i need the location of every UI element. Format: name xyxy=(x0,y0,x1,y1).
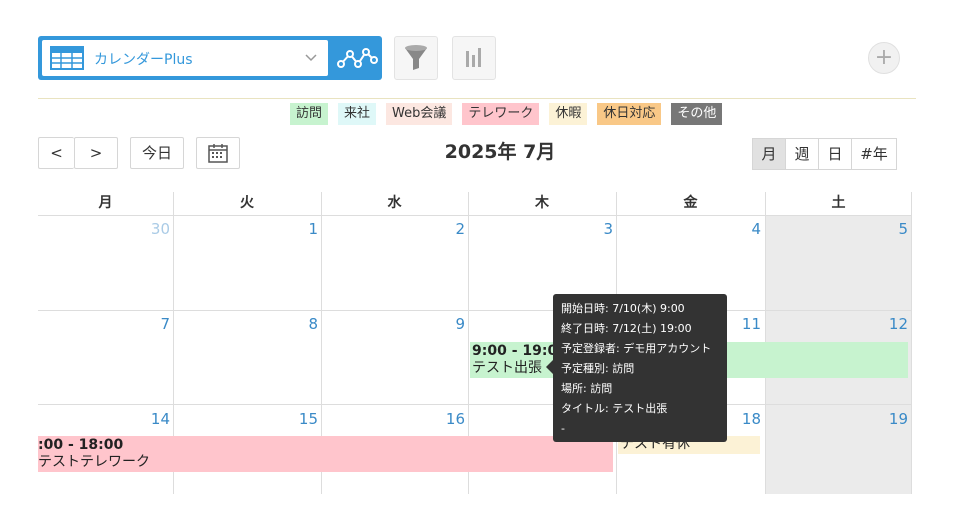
day-cell-date[interactable]: 8 xyxy=(278,315,318,333)
event-time: 9:00 - 19:0 xyxy=(472,343,558,359)
next-month-button[interactable]: > xyxy=(74,137,118,169)
view-year-button[interactable]: #年 xyxy=(851,138,897,170)
event-type-legend: 訪問 来社 Web会議 テレワーク 休暇 休日対応 その他 xyxy=(290,103,723,125)
day-cell-date[interactable]: 16 xyxy=(425,410,465,428)
view-switcher: 月 週 日 #年 xyxy=(752,138,897,170)
day-cell-date[interactable]: 11 xyxy=(721,315,761,333)
day-cell-date[interactable]: 1 xyxy=(278,220,318,238)
day-cell-date[interactable]: 18 xyxy=(721,410,761,428)
prev-month-button[interactable]: < xyxy=(38,137,74,169)
calendar-title: 2025年 7月 xyxy=(444,141,556,163)
add-record-button[interactable]: + xyxy=(868,42,900,74)
event-title: テスト出張 xyxy=(472,360,542,376)
event-title: テストテレワーク xyxy=(38,454,150,470)
tooltip-registrant: 予定登録者: デモ用アカウント xyxy=(561,342,712,355)
filter-button[interactable] xyxy=(394,36,438,80)
legend-vacation: 休暇 xyxy=(549,103,588,125)
filter-icon xyxy=(405,45,427,70)
month-grid: 月 火 水 木 金 土 30 1 2 3 4 5 7 8 9 10 11 12 … xyxy=(38,192,912,494)
day-cell-date[interactable]: 19 xyxy=(868,410,908,428)
legend-visit: 訪問 xyxy=(290,103,329,125)
calendar-icon xyxy=(208,144,228,163)
legend-holiday-work: 休日対応 xyxy=(597,103,662,125)
view-week-button[interactable]: 週 xyxy=(785,138,819,170)
view-name: カレンダーPlus xyxy=(94,52,193,68)
bar-chart-icon xyxy=(466,48,481,67)
weekday-fri: 金 xyxy=(616,192,765,216)
legend-other: その他 xyxy=(671,103,723,125)
tooltip-location: 場所: 訪問 xyxy=(561,382,613,395)
day-cell-date[interactable]: 2 xyxy=(425,220,465,238)
legend-web-meeting: Web会議 xyxy=(386,103,453,125)
day-cell-date[interactable]: 12 xyxy=(868,315,908,333)
weekday-tue: 火 xyxy=(173,192,321,216)
tooltip-type: 予定種別: 訪問 xyxy=(561,362,635,375)
weekday-thu: 木 xyxy=(468,192,616,216)
day-cell-date[interactable]: 14 xyxy=(130,410,170,428)
day-cell-date[interactable]: 4 xyxy=(721,220,761,238)
view-select-box[interactable]: カレンダーPlus xyxy=(42,40,328,76)
divider xyxy=(38,98,916,99)
day-cell-date[interactable]: 3 xyxy=(573,220,613,238)
legend-telework: テレワーク xyxy=(462,103,540,125)
view-month-button[interactable]: 月 xyxy=(752,138,786,170)
event-time: :00 - 18:00 xyxy=(38,437,124,453)
date-picker-button[interactable] xyxy=(196,137,240,169)
event-bar-telework[interactable]: :00 - 18:00 テストテレワーク xyxy=(38,436,613,472)
tooltip-start: 開始日時: 7/10(木) 9:00 xyxy=(561,302,685,315)
tooltip-arrow xyxy=(546,360,553,374)
legend-office-visit: 来社 xyxy=(338,103,377,125)
view-day-button[interactable]: 日 xyxy=(818,138,852,170)
weekday-sat: 土 xyxy=(765,192,912,216)
day-cell-date[interactable]: 30 xyxy=(130,220,170,238)
day-cell-date[interactable]: 7 xyxy=(130,315,170,333)
tooltip-title: タイトル: テスト出張 xyxy=(561,402,668,415)
day-cell-date[interactable]: 5 xyxy=(868,220,908,238)
event-tooltip: 開始日時: 7/10(木) 9:00 終了日時: 7/12(土) 19:00 予… xyxy=(546,294,727,442)
chevron-down-icon[interactable] xyxy=(304,49,318,65)
day-cell-date[interactable]: 9 xyxy=(425,315,465,333)
view-selector[interactable]: カレンダーPlus xyxy=(38,36,407,80)
tooltip-note: - xyxy=(561,422,565,435)
chart-button[interactable] xyxy=(452,36,496,80)
tooltip-end: 終了日時: 7/12(土) 19:00 xyxy=(561,322,692,335)
graph-icon[interactable] xyxy=(336,42,380,74)
table-icon xyxy=(50,46,84,70)
plus-icon: + xyxy=(874,45,894,70)
weekday-wed: 水 xyxy=(321,192,468,216)
weekday-mon: 月 xyxy=(38,192,173,216)
day-cell-date[interactable]: 15 xyxy=(278,410,318,428)
today-button[interactable]: 今日 xyxy=(130,137,184,169)
